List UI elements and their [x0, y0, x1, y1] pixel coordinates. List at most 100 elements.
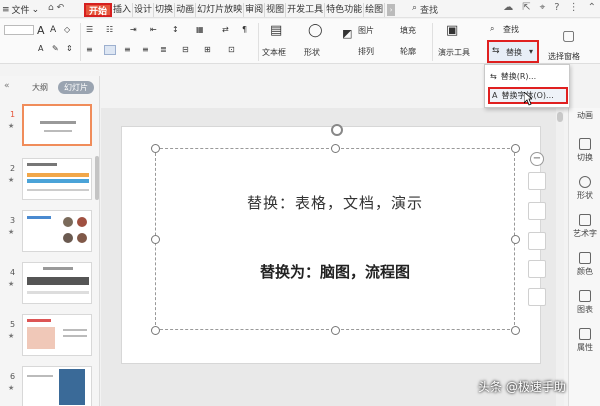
transition-icon [579, 138, 591, 150]
tab-home[interactable]: 开始 [84, 2, 113, 17]
slide-thumbnail-3[interactable] [22, 210, 92, 252]
slide-thumbnail-1[interactable] [22, 104, 92, 146]
ribbon-divider [80, 23, 81, 61]
smartart-icon[interactable]: ⊡ [228, 45, 235, 54]
resize-handle[interactable] [151, 144, 160, 153]
share-icon[interactable]: ⇱ [522, 2, 530, 13]
menu-icon: ≡ [2, 4, 10, 15]
slide-thumbnail-5[interactable] [22, 314, 92, 356]
replace-menu-item[interactable]: ⇆ 替换(R)... [488, 68, 568, 85]
select-pane-button[interactable]: ▢ 选择窗格 [548, 28, 598, 62]
file-menu[interactable]: ≡ 文件 ⌄ [2, 3, 39, 17]
highlight-icon[interactable]: ✎ [52, 44, 59, 53]
tab-draw[interactable]: 绘图 [364, 2, 386, 17]
image-button[interactable]: 图片 [358, 25, 374, 36]
scrollbar-thumb[interactable] [557, 112, 563, 122]
slide-thumbnail-4[interactable] [22, 262, 92, 304]
sidebar-label: 形状 [577, 191, 593, 200]
tab-developer[interactable]: 开发工具 [286, 2, 326, 17]
sidebar-item-chart[interactable]: 图表 [569, 290, 600, 315]
fill-tool-icon[interactable] [528, 172, 546, 190]
tab-review[interactable]: 审阅 [244, 2, 266, 17]
replace-button[interactable]: ⇆ 替换 ▾ [487, 40, 539, 63]
present-tool-button[interactable]: 演示工具 [438, 47, 470, 58]
tab-slideshow[interactable]: 幻灯片放映 [196, 2, 245, 17]
font-size-field[interactable] [4, 25, 34, 35]
sidebar-label: 图表 [577, 305, 593, 314]
file-menu-label: 文件 [11, 6, 30, 16]
convert-icon[interactable]: ⇄ [222, 25, 229, 34]
shrink-font-icon[interactable]: A [50, 25, 56, 35]
resize-handle[interactable] [151, 235, 160, 244]
align-left-icon[interactable]: ≡ [86, 45, 93, 54]
paragraph-icon[interactable]: ¶ [242, 25, 247, 34]
text-direction-icon[interactable]: ↕ [172, 25, 179, 34]
help-icon[interactable]: ? [554, 2, 559, 13]
properties-icon [579, 328, 591, 340]
tab-animation[interactable]: 动画 [175, 2, 197, 17]
sidebar-item-wordart[interactable]: 艺术字 [569, 214, 600, 239]
tab-design[interactable]: 设计 [133, 2, 155, 17]
resize-handle[interactable] [331, 326, 340, 335]
text-tool-icon[interactable] [528, 288, 546, 306]
search-box[interactable]: ⌕ 查找 [412, 3, 438, 16]
find-icon: ⌕ [490, 24, 495, 33]
more-tabs-button[interactable]: › [387, 3, 396, 16]
sidebar-item-properties[interactable]: 属性 [569, 328, 600, 353]
tab-features[interactable]: 特色功能 [325, 2, 365, 17]
align-center-button[interactable] [104, 45, 116, 55]
outline-button[interactable]: 轮廓 [400, 46, 416, 57]
distribute-icon[interactable]: ≣ [160, 45, 167, 54]
slide-panel-scrollbar[interactable] [95, 156, 99, 200]
resize-handle[interactable] [511, 235, 520, 244]
selected-textbox[interactable] [155, 148, 515, 330]
resize-handle[interactable] [151, 326, 160, 335]
sidebar-item-transition[interactable]: 切换 [569, 138, 600, 163]
sidebar-item-animation[interactable]: 动画 [569, 110, 600, 121]
clear-format-icon[interactable]: ◇ [64, 25, 70, 34]
collapse-toolbar-icon[interactable]: − [530, 152, 544, 166]
collapse-panel-icon[interactable]: « [4, 81, 10, 91]
tab-slides[interactable]: 幻灯片 [58, 81, 94, 94]
collapse-ribbon-icon[interactable]: ⌃ [588, 2, 596, 13]
find-button[interactable]: 查找 [503, 24, 519, 35]
slide-thumbnail-6[interactable] [22, 366, 92, 406]
resize-handle[interactable] [511, 144, 520, 153]
bullet-list-icon[interactable]: ☰ [86, 25, 93, 34]
arrange-button[interactable]: 排列 [358, 46, 374, 57]
slide-number: 2 [10, 164, 16, 173]
indent-icon[interactable]: ⇥ [130, 25, 137, 34]
tab-outline[interactable]: 大纲 [32, 82, 48, 93]
fill-button[interactable]: 填充 [400, 25, 416, 36]
columns-icon[interactable]: ▦ [196, 25, 204, 34]
outdent-icon[interactable]: ⇤ [150, 25, 157, 34]
resize-handle[interactable] [511, 326, 520, 335]
grow-font-icon[interactable]: A [37, 24, 45, 37]
border-tool-icon[interactable] [528, 202, 546, 220]
sidebar-item-shape[interactable]: 形状 [569, 176, 600, 201]
line-spacing-icon[interactable]: ⇕ [66, 44, 73, 53]
numbered-list-icon[interactable]: ☷ [106, 25, 113, 34]
wordart-icon [579, 214, 591, 226]
textbox-button[interactable]: 文本框 [262, 47, 286, 58]
cloud-sync-icon[interactable]: ☁ [503, 2, 513, 13]
resize-handle[interactable] [331, 144, 340, 153]
text-align-icon[interactable]: ⊟ [182, 45, 189, 54]
sidebar-item-color[interactable]: 颜色 [569, 252, 600, 277]
more-icon[interactable]: ⋮ [569, 2, 579, 13]
collab-icon[interactable]: ⌖ [540, 2, 546, 13]
justify-icon[interactable]: ≡ [142, 45, 149, 54]
vertical-align-icon[interactable]: ⊞ [204, 45, 211, 54]
quick-access-icon[interactable]: ⌂ ↶ [48, 3, 64, 13]
tab-insert[interactable]: 插入 [112, 2, 134, 17]
tab-view[interactable]: 视图 [265, 2, 287, 17]
font-color-icon[interactable]: A [38, 44, 43, 53]
rotate-handle[interactable] [331, 124, 343, 136]
pen-tool-icon[interactable] [528, 232, 546, 250]
align-right-icon[interactable]: ≡ [124, 45, 131, 54]
slide-thumbnail-2[interactable] [22, 158, 92, 200]
shape-button[interactable]: 形状 [304, 47, 320, 58]
canvas-scrollbar[interactable] [556, 108, 564, 406]
text-effect-tool-icon[interactable] [528, 260, 546, 278]
tab-transition[interactable]: 切换 [154, 2, 176, 17]
